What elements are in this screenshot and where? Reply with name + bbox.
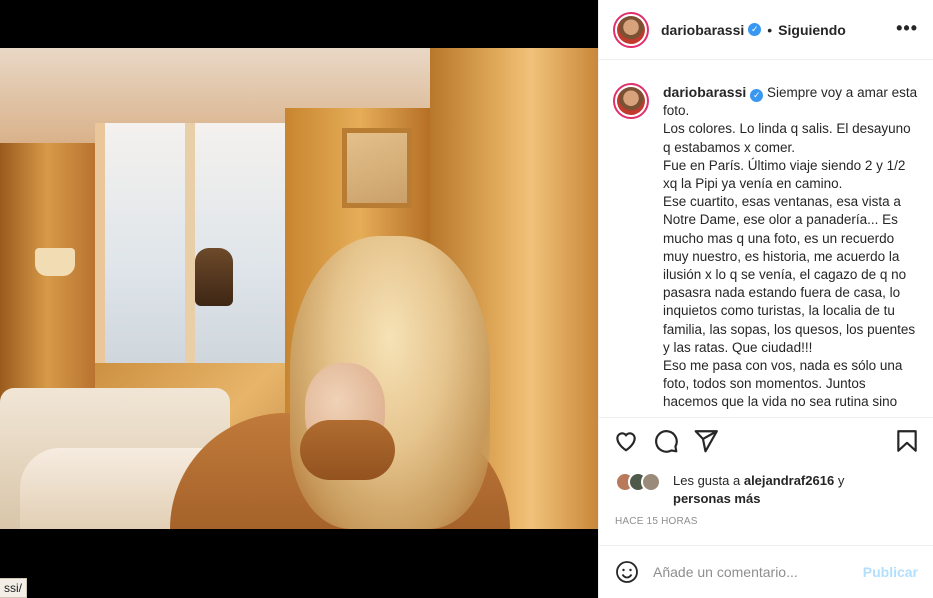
likes-prefix: Les gusta a [673, 473, 741, 488]
comment-icon[interactable] [653, 428, 679, 454]
verified-icon: ✓ [748, 23, 762, 36]
media-area: ssi/ [0, 0, 598, 598]
follow-status-button[interactable]: Siguiendo [778, 22, 846, 38]
caption-line: Ese cuartito, esas ventanas, esa vista a [663, 194, 901, 210]
likes-user-link[interactable]: alejandraf2616 [744, 473, 834, 488]
bookmark-icon[interactable] [894, 428, 920, 454]
comment-input[interactable]: Añade un comentario... [653, 564, 863, 580]
likes-mid: y [837, 473, 845, 488]
likes-text: Les gusta a alejandraf2616 y personas má… [673, 472, 844, 508]
avatar-image [617, 87, 645, 115]
caption-line: Notre Dame, ese olor a panadería... Es [663, 212, 898, 228]
liker-avatars[interactable] [615, 472, 665, 492]
caption-line: familia, las sopas, los quesos, los puen… [663, 321, 916, 337]
caption-line: inquietos como turistas, la localia de t… [663, 303, 895, 319]
caption-line: foto, todos son momentos. Juntos [663, 376, 866, 392]
caption-line: Eso me pasa con vos, nada es sólo una [663, 358, 903, 374]
likes-others-link[interactable]: personas más [673, 491, 760, 506]
comment-bar: Añade un comentario... Publicar [599, 545, 933, 598]
photo-vase [195, 248, 233, 306]
caption-line: foto. [663, 103, 690, 119]
avatar-image [617, 15, 645, 44]
caption-line: Los colores. Lo linda q salis. El desayu… [663, 121, 911, 137]
header-username[interactable]: dariobarassi [661, 22, 744, 38]
heart-icon[interactable] [613, 428, 639, 454]
photo-collar [300, 420, 395, 480]
post-header: dariobarassi ✓ • Siguiendo ••• [599, 0, 933, 60]
share-icon[interactable] [693, 428, 719, 454]
post-timestamp[interactable]: HACE 15 HORAS [615, 516, 698, 527]
caption-line: Fue en París. Último viaje siendo 2 y 1/… [663, 157, 906, 173]
action-bar [599, 428, 933, 460]
instagram-post-view: ssi/ dariobarassi ✓ • Siguiendo ••• dari… [0, 0, 933, 598]
likes-summary: Les gusta a alejandraf2616 y personas má… [615, 472, 925, 508]
more-options-button[interactable]: ••• [896, 18, 918, 39]
caption-line: xq la Pipi ya venía en camino. [663, 176, 843, 192]
caption-username[interactable]: dariobarassi [663, 84, 746, 100]
caption-line: hacemos que la vida no sea rutina sino [663, 394, 898, 410]
photo-lamp [35, 248, 75, 276]
liker-avatar [641, 472, 661, 492]
caption-line: pasasra nada estando fuera de casa, lo [663, 285, 901, 301]
separator-dot: • [767, 21, 773, 38]
post-side-panel: dariobarassi ✓ • Siguiendo ••• dariobara… [598, 0, 933, 598]
caption-avatar[interactable] [613, 83, 649, 119]
status-url-chip: ssi/ [0, 578, 27, 598]
post-photo[interactable] [0, 48, 598, 529]
photo-window-bar [185, 123, 195, 363]
header-avatar[interactable] [613, 11, 649, 48]
verified-icon: ✓ [750, 89, 764, 102]
caption-line: Siempre voy a amar esta [767, 85, 918, 100]
photo-mirror [342, 128, 412, 208]
caption-section: dariobarassi ✓ Siempre voy a amar esta fo… [599, 61, 933, 418]
caption-text: dariobarassi ✓ Siempre voy a amar esta fo… [663, 83, 917, 417]
emoji-icon[interactable] [615, 560, 639, 584]
caption-line: ilusión x lo q se venía, el cagazo de q … [663, 267, 907, 283]
caption-line: y las ratas. Que ciudad!!! [663, 339, 813, 355]
publish-button[interactable]: Publicar [863, 564, 918, 580]
caption-line: q estabamos x comer. [663, 139, 796, 155]
caption-line: mucho mas q una foto, es un recuerdo [663, 230, 895, 246]
caption-line: muy nuestro, es historia, me acuerdo la [663, 248, 900, 264]
